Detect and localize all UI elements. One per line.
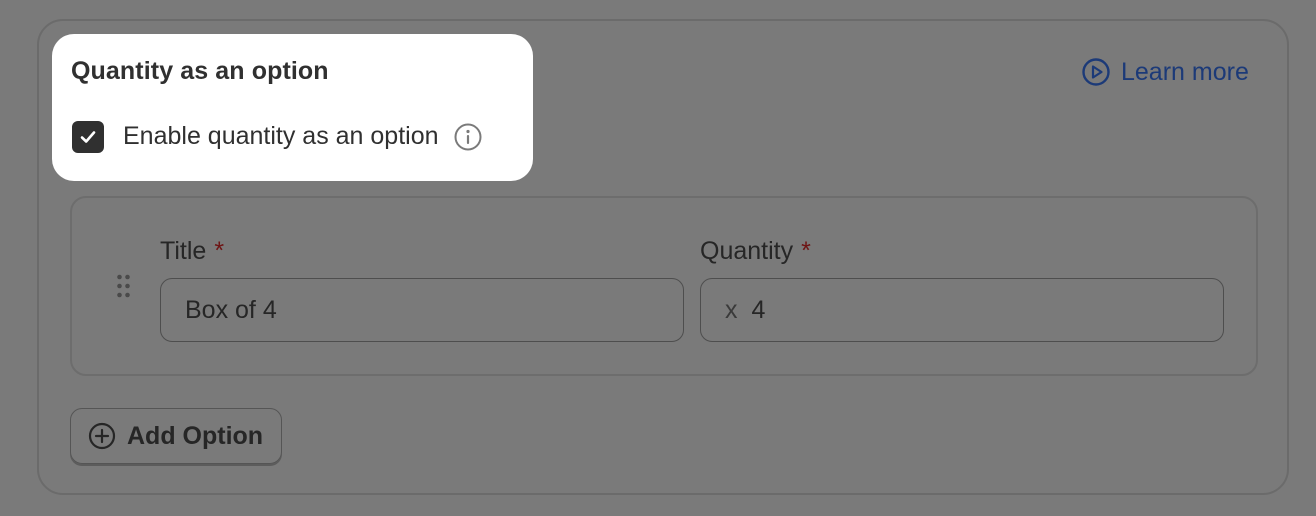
- learn-more-label: Learn more: [1121, 57, 1249, 86]
- checkmark-icon: [80, 130, 96, 143]
- required-marker: *: [214, 237, 225, 265]
- drag-handle-icon[interactable]: [116, 274, 132, 303]
- title-input[interactable]: Box of 4: [160, 278, 684, 342]
- required-marker: *: [801, 237, 811, 265]
- info-icon[interactable]: [453, 122, 483, 152]
- quantity-prefix: x: [725, 295, 738, 324]
- add-option-button[interactable]: Add Option: [70, 408, 282, 464]
- play-circle-icon: [1082, 58, 1110, 86]
- add-option-label: Add Option: [127, 421, 264, 450]
- learn-more-link[interactable]: Learn more: [1081, 57, 1249, 87]
- quantity-label-text: Quantity: [700, 237, 794, 265]
- enable-quantity-label[interactable]: Enable quantity as an option: [123, 122, 439, 151]
- title-field-label: Title *: [160, 237, 224, 266]
- plus-circle-icon: [88, 422, 116, 450]
- title-input-value: Box of 4: [185, 295, 277, 324]
- quantity-input-value: 4: [751, 295, 766, 324]
- title-label-text: Title: [160, 237, 207, 265]
- enable-quantity-row: Enable quantity as an option: [72, 120, 483, 153]
- quantity-input[interactable]: x 4: [700, 278, 1224, 342]
- quantity-field-label: Quantity *: [700, 237, 811, 266]
- section-title: Quantity as an option: [71, 57, 329, 85]
- enable-quantity-checkbox[interactable]: [72, 120, 104, 153]
